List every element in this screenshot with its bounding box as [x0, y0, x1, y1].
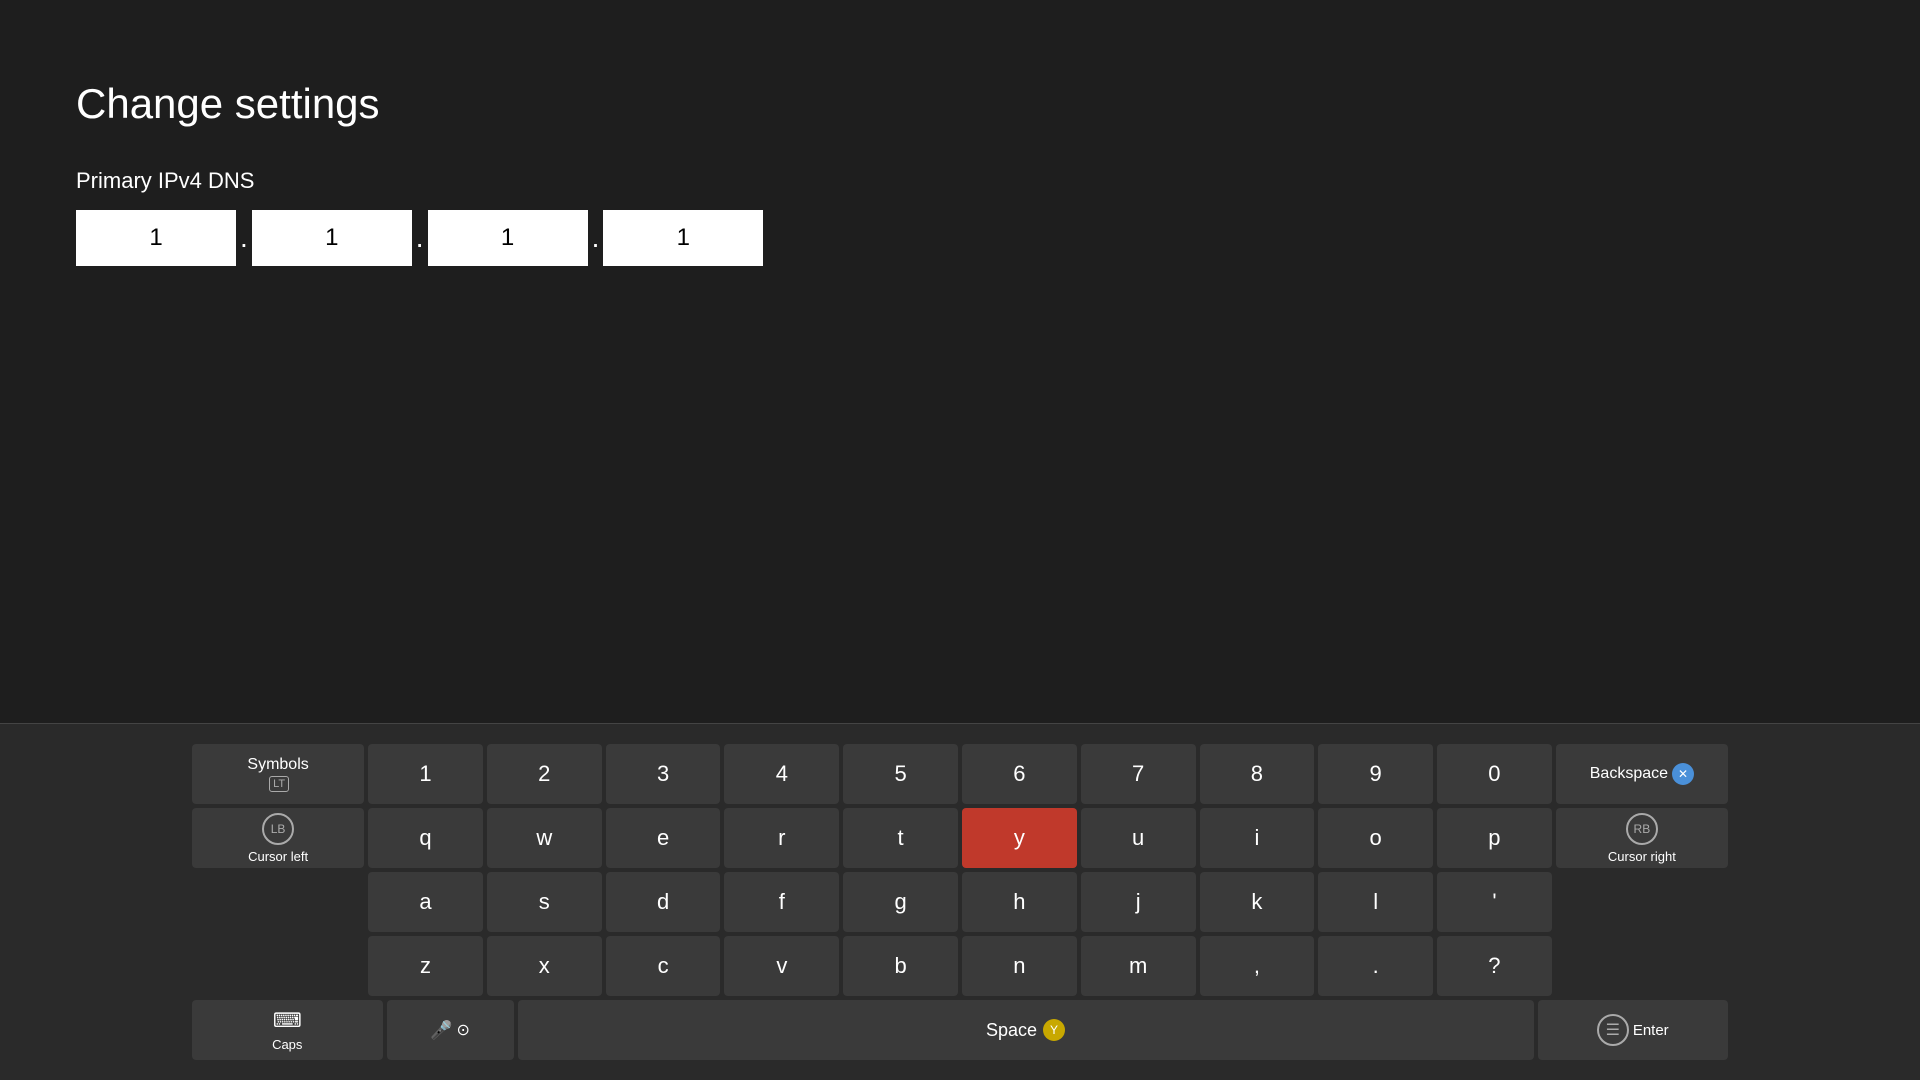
key-l[interactable]: l [1318, 872, 1433, 932]
key-period[interactable]: . [1318, 936, 1433, 996]
ip-segment-2[interactable] [252, 210, 412, 266]
key-4[interactable]: 4 [724, 744, 839, 804]
key-s[interactable]: s [487, 872, 602, 932]
ip-segment-4[interactable] [603, 210, 763, 266]
page-title: Change settings [76, 80, 1844, 128]
key-p[interactable]: p [1437, 808, 1552, 868]
keyboard-row-bottom: ⌨Caps🎤⊙SpaceY☰Enter [192, 1000, 1728, 1060]
keyboard-container: SymbolsLT1234567890Backspace ✕LBCursor l… [0, 723, 1920, 1080]
ip-segment-1[interactable] [76, 210, 236, 266]
mic-key[interactable]: 🎤⊙ [387, 1000, 514, 1060]
caps-key[interactable]: ⌨Caps [192, 1000, 383, 1060]
ip-separator-3: . [592, 222, 600, 254]
enter-key[interactable]: ☰Enter [1538, 1000, 1729, 1060]
key-comma[interactable]: , [1200, 936, 1315, 996]
key-t[interactable]: t [843, 808, 958, 868]
key-0[interactable]: 0 [1437, 744, 1552, 804]
ip-separator-1: . [240, 222, 248, 254]
keyboard: SymbolsLT1234567890Backspace ✕LBCursor l… [192, 744, 1728, 1060]
ip-input-group: . . . [76, 210, 1844, 266]
key-r[interactable]: r [724, 808, 839, 868]
key-n[interactable]: n [962, 936, 1077, 996]
key-f[interactable]: f [724, 872, 839, 932]
ip-segment-3[interactable] [428, 210, 588, 266]
key-5[interactable]: 5 [843, 744, 958, 804]
keyboard-row-zxcv: zxcvbnm,.? [192, 936, 1728, 996]
key-c[interactable]: c [606, 936, 721, 996]
backspace-key[interactable]: Backspace ✕ [1556, 744, 1728, 804]
key-y[interactable]: y [962, 808, 1077, 868]
key-k[interactable]: k [1200, 872, 1315, 932]
key-x[interactable]: x [487, 936, 602, 996]
key-8[interactable]: 8 [1200, 744, 1315, 804]
field-label: Primary IPv4 DNS [76, 168, 1844, 194]
key-7[interactable]: 7 [1081, 744, 1196, 804]
space-key[interactable]: SpaceY [518, 1000, 1534, 1060]
key-w[interactable]: w [487, 808, 602, 868]
settings-area: Change settings Primary IPv4 DNS . . . [0, 0, 1920, 266]
symbols-key[interactable]: SymbolsLT [192, 744, 364, 804]
key-2[interactable]: 2 [487, 744, 602, 804]
key-a[interactable]: a [368, 872, 483, 932]
key-9[interactable]: 9 [1318, 744, 1433, 804]
key-1[interactable]: 1 [368, 744, 483, 804]
key-apostrophe[interactable]: ' [1437, 872, 1552, 932]
key-b[interactable]: b [843, 936, 958, 996]
key-e[interactable]: e [606, 808, 721, 868]
key-g[interactable]: g [843, 872, 958, 932]
key-3[interactable]: 3 [606, 744, 721, 804]
key-d[interactable]: d [606, 872, 721, 932]
keyboard-row-numbers: SymbolsLT1234567890Backspace ✕ [192, 744, 1728, 804]
cursor-right-key[interactable]: RBCursor right [1556, 808, 1728, 868]
keyboard-row-asdf: asdfghjkl' [192, 872, 1728, 932]
key-q[interactable]: q [368, 808, 483, 868]
key-question[interactable]: ? [1437, 936, 1552, 996]
cursor-left-key[interactable]: LBCursor left [192, 808, 364, 868]
ip-separator-2: . [416, 222, 424, 254]
key-u[interactable]: u [1081, 808, 1196, 868]
key-o[interactable]: o [1318, 808, 1433, 868]
key-h[interactable]: h [962, 872, 1077, 932]
key-v[interactable]: v [724, 936, 839, 996]
keyboard-row-qwerty: LBCursor leftqwertyuiopRBCursor right [192, 808, 1728, 868]
key-m[interactable]: m [1081, 936, 1196, 996]
key-i[interactable]: i [1200, 808, 1315, 868]
key-6[interactable]: 6 [962, 744, 1077, 804]
key-j[interactable]: j [1081, 872, 1196, 932]
key-z[interactable]: z [368, 936, 483, 996]
